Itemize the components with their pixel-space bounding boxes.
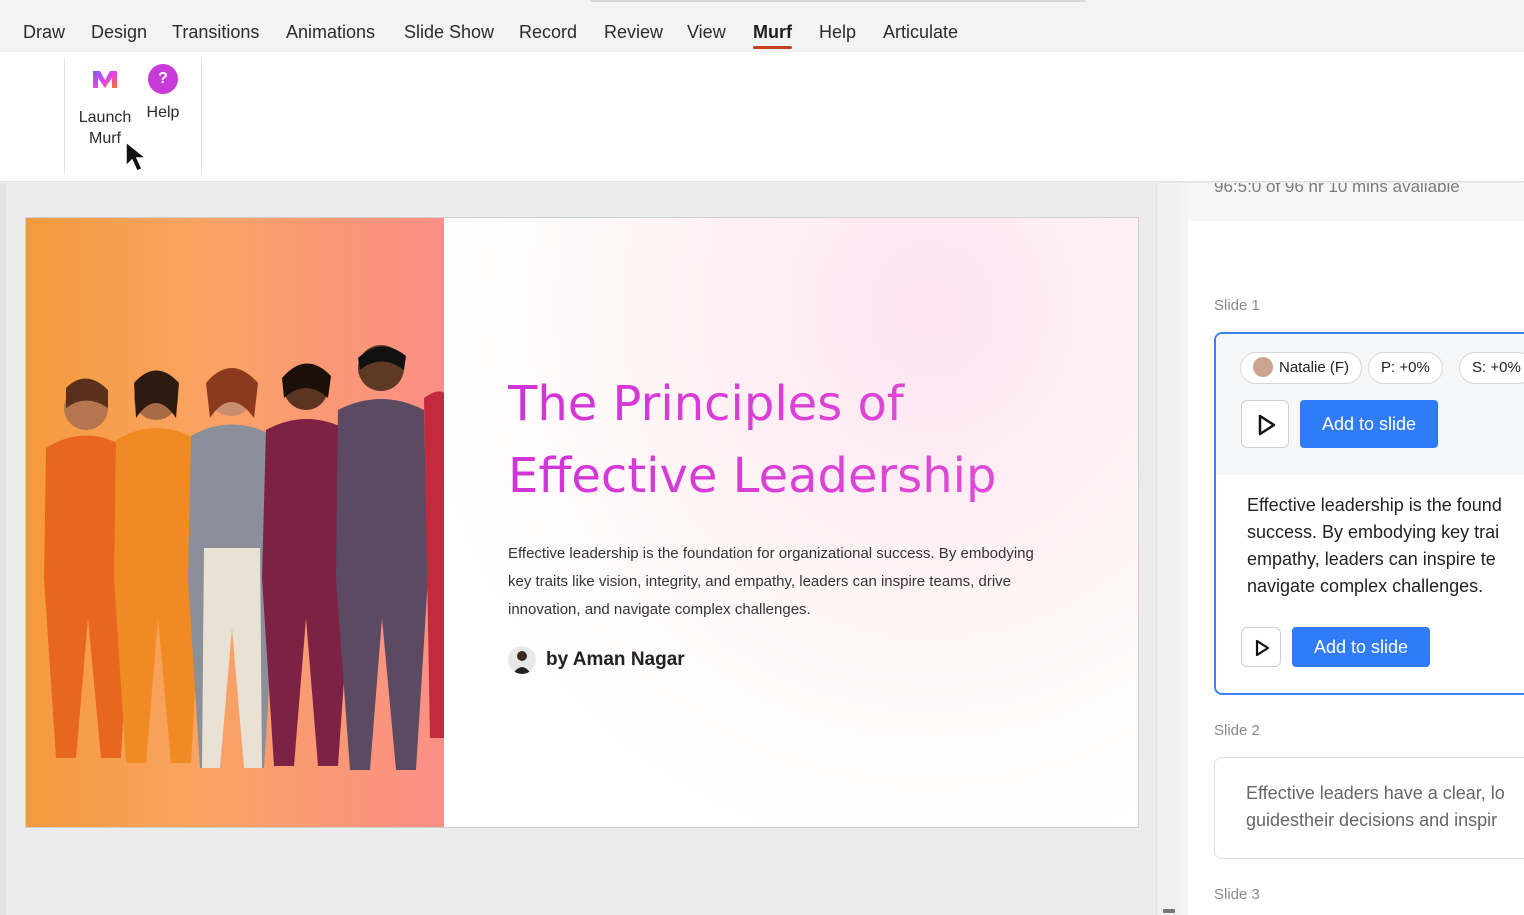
ribbon-tabs: Draw Design Transitions Animations Slide… <box>0 0 1524 52</box>
tab-view[interactable]: View <box>687 22 726 43</box>
canvas-scrollbar[interactable] <box>1156 183 1180 915</box>
tab-record[interactable]: Record <box>519 22 577 43</box>
canvas-edge <box>0 183 6 915</box>
tab-murf[interactable]: Murf <box>753 22 792 49</box>
ribbon-separator <box>64 58 65 174</box>
quota-bar: 96:5:0 of 96 hr 10 mins available <box>1188 183 1524 221</box>
slide-2-label: Slide 2 <box>1214 722 1260 739</box>
slide-1-label: Slide 1 <box>1214 297 1260 314</box>
tab-design[interactable]: Design <box>91 22 147 43</box>
pitch-value: P: +0% <box>1381 359 1430 376</box>
slide-content: The Principles of Effective Leadership E… <box>444 218 1138 827</box>
panel-divider <box>1180 183 1188 915</box>
author-line[interactable]: by Aman Nagar <box>508 646 685 674</box>
murf-help-button[interactable]: ? Help <box>142 64 184 123</box>
slide-title-line-2: Effective Leadership <box>508 448 997 504</box>
murf-logo-icon <box>93 71 117 88</box>
ribbon-separator <box>201 58 202 174</box>
tab-transitions[interactable]: Transitions <box>172 22 259 43</box>
slide-title[interactable]: The Principles of Effective Leadership <box>508 368 1108 512</box>
launch-murf-label-1: Launch <box>78 109 132 126</box>
murf-side-panel: 96:5:0 of 96 hr 10 mins available Slide … <box>1188 183 1524 915</box>
slide-body-line-1: Effective leadership is the foundation f… <box>508 545 1034 562</box>
tab-articulate[interactable]: Articulate <box>883 22 958 43</box>
preview-play-button[interactable] <box>1241 400 1289 448</box>
speed-selector[interactable]: S: +0% <box>1459 352 1524 384</box>
tab-draw[interactable]: Draw <box>23 22 65 43</box>
slide-3-label: Slide 3 <box>1214 886 1260 903</box>
play-icon <box>1258 414 1276 436</box>
slide-body-line-2: key traits like vision, integrity, and e… <box>508 573 1011 590</box>
play-icon <box>1255 639 1270 657</box>
pitch-selector[interactable]: P: +0% <box>1368 352 1443 384</box>
script-add-to-slide-button[interactable]: Add to slide <box>1292 627 1431 667</box>
slide-2-voice-card[interactable]: Effective leaders have a clear, lo guide… <box>1214 757 1524 859</box>
title-bar-edge <box>590 0 1086 2</box>
author-name: by Aman Nagar <box>546 649 685 670</box>
script-play-button[interactable] <box>1241 627 1281 667</box>
person-icon <box>513 651 531 674</box>
team-illustration <box>44 345 444 770</box>
tab-help[interactable]: Help <box>819 22 856 43</box>
slide-1-voice-card[interactable]: Natalie (F) P: +0% S: +0% Add to slide E… <box>1214 332 1524 695</box>
quota-text: 96:5:0 of 96 hr 10 mins available <box>1214 183 1460 196</box>
voice-controls: Natalie (F) P: +0% S: +0% Add to slide <box>1216 334 1524 475</box>
tab-review[interactable]: Review <box>604 22 663 43</box>
voice-name: Natalie (F) <box>1279 359 1350 376</box>
murf-help-label: Help <box>146 104 180 121</box>
slide-body-text[interactable]: Effective leadership is the foundation f… <box>508 540 1088 624</box>
speed-value: S: +0% <box>1472 359 1521 376</box>
voice-selector[interactable]: Natalie (F) <box>1240 352 1363 384</box>
slide-title-line-1: The Principles of <box>508 376 904 432</box>
slide-2-script: Effective leaders have a clear, lo guide… <box>1246 783 1505 830</box>
slide-body-line-3: innovation, and navigate complex challen… <box>508 601 811 618</box>
slide-1-script[interactable]: Effective leadership is the found succes… <box>1247 492 1524 600</box>
launch-murf-button[interactable]: Launch Murf <box>76 64 134 149</box>
team-photo <box>26 218 444 827</box>
tab-animations[interactable]: Animations <box>286 22 375 43</box>
ribbon-panel: Launch Murf ? Help <box>0 52 1524 182</box>
add-to-slide-button[interactable]: Add to slide <box>1300 400 1439 448</box>
scroll-down-icon[interactable] <box>1163 909 1175 913</box>
mouse-cursor-icon <box>125 140 149 172</box>
voice-avatar-icon <box>1253 356 1273 377</box>
tab-slide-show[interactable]: Slide Show <box>404 22 494 43</box>
author-avatar <box>508 646 536 674</box>
help-icon: ? <box>148 64 178 94</box>
slide-1[interactable]: The Principles of Effective Leadership E… <box>25 217 1139 828</box>
